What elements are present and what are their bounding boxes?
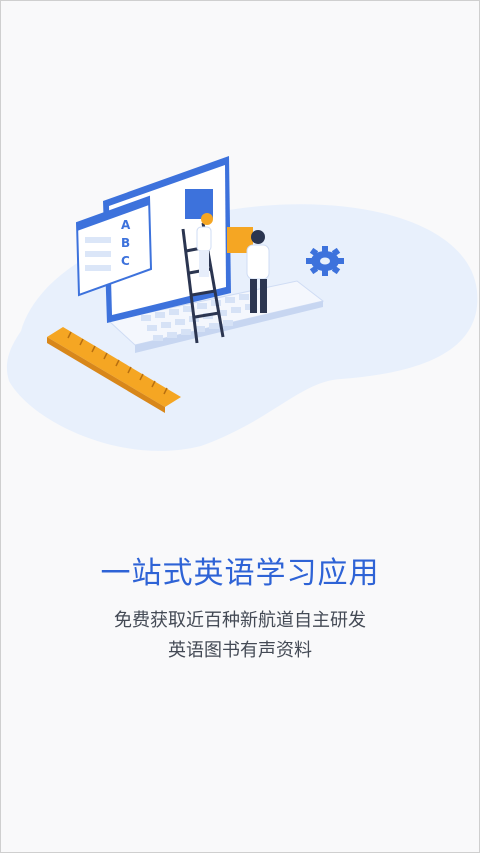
onboarding-headline: 一站式英语学习应用: [100, 556, 380, 591]
subtitle-line-1: 免费获取近百种新航道自主研发: [114, 610, 366, 631]
onboarding-subtitle: 免费获取近百种新航道自主研发 英语图书有声资料: [1, 606, 479, 666]
onboarding-illustration: A B C: [6, 156, 478, 451]
svg-text:A: A: [121, 218, 131, 232]
svg-text:C: C: [121, 254, 130, 268]
subtitle-line-2: 英语图书有声资料: [168, 640, 312, 661]
splash-screen: A B C 一站式英语学习应用 免费获取近百种新航道自主研发 英语图书有声资料: [0, 0, 480, 853]
svg-text:B: B: [121, 236, 130, 250]
